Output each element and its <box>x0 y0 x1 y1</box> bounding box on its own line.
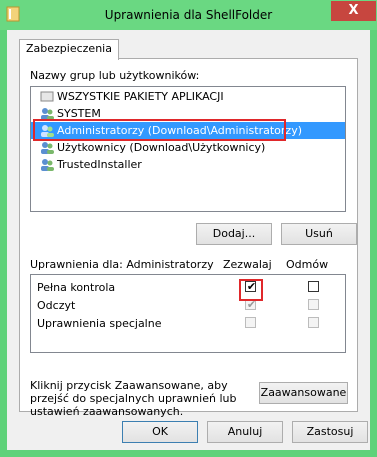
list-item-label: WSZYSTKIE PAKIETY APLIKACJI <box>57 90 224 103</box>
user-group-icon <box>41 159 54 171</box>
deny-header: Odmów <box>286 258 329 271</box>
dialog-client: Zabezpieczenia Nazwy grup lub użytkownik… <box>7 30 370 450</box>
window-title: Uprawnienia dla ShellFolder <box>104 8 273 22</box>
close-icon: X <box>348 3 359 18</box>
apply-button[interactable]: Zastosuj <box>292 421 368 443</box>
properties-window: Uprawnienia dla ShellFolder X Zabezpiecz… <box>0 0 377 457</box>
tab-security[interactable]: Zabezpieczenia <box>19 39 119 60</box>
permission-row-read: Odczyt ✔ <box>31 297 345 314</box>
allow-header: Zezwalaj <box>223 258 272 271</box>
list-item-label: Użytkownicy (Download\Użytkownicy) <box>57 141 266 154</box>
permission-name: Pełna kontrola <box>37 281 116 294</box>
permissions-list: Pełna kontrola ✔ Odczyt ✔ Uprawnienia sp… <box>30 274 346 353</box>
app-packages-icon <box>40 91 54 102</box>
user-group-icon <box>41 142 54 154</box>
cancel-button[interactable]: Anuluj <box>207 421 283 443</box>
special-deny-checkbox <box>308 317 319 328</box>
full-control-allow-highlight <box>239 279 263 301</box>
list-item-app-packages[interactable]: WSZYSTKIE PAKIETY APLIKACJI <box>31 88 345 105</box>
groups-label: Nazwy grup lub użytkowników: <box>30 69 200 82</box>
permission-name: Uprawnienia specjalne <box>37 317 162 330</box>
permission-row-full-control: Pełna kontrola ✔ <box>31 279 345 296</box>
full-control-deny-checkbox[interactable] <box>308 281 319 292</box>
list-item-label: TrustedInstaller <box>57 158 142 171</box>
advanced-button[interactable]: Zaawansowane <box>259 382 348 404</box>
list-item-users[interactable]: Użytkownicy (Download\Użytkownicy) <box>31 139 345 156</box>
close-button[interactable]: X <box>331 1 376 21</box>
advanced-description: Kliknij przycisk Zaawansowane, aby przej… <box>30 379 237 418</box>
add-button[interactable]: Dodaj... <box>196 223 272 245</box>
read-deny-checkbox <box>308 299 319 310</box>
title-bar[interactable]: Uprawnienia dla ShellFolder X <box>0 0 377 30</box>
administrators-highlight <box>33 119 286 141</box>
permission-name: Odczyt <box>37 299 76 312</box>
special-allow-checkbox <box>245 317 256 328</box>
permissions-for-label: Uprawnienia dla: Administratorzy <box>30 258 214 271</box>
permission-row-special: Uprawnienia specjalne <box>31 315 345 332</box>
ok-button[interactable]: OK <box>122 421 198 443</box>
list-item-trustedinstaller[interactable]: TrustedInstaller <box>31 156 345 173</box>
groups-list[interactable]: WSZYSTKIE PAKIETY APLIKACJI SYSTEM Admin… <box>30 86 346 212</box>
remove-button[interactable]: Usuń <box>281 223 357 245</box>
security-tab-panel: Nazwy grup lub użytkowników: WSZYSTKIE P… <box>19 58 358 418</box>
